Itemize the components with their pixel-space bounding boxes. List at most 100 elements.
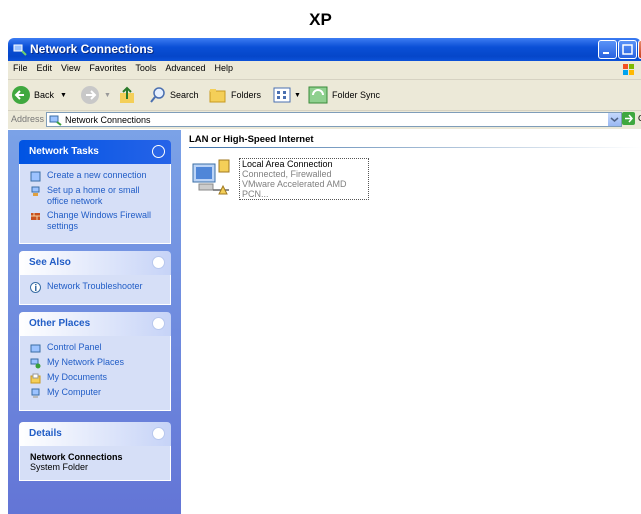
maximize-button[interactable] bbox=[618, 40, 637, 59]
menu-file[interactable]: File bbox=[8, 61, 32, 73]
folders-button[interactable]: Folders bbox=[208, 84, 261, 106]
create-connection-label: Create a new connection bbox=[47, 170, 147, 180]
folder-sync-icon bbox=[308, 86, 328, 104]
see-also-panel: See Also Network Troubleshooter bbox=[19, 251, 171, 305]
back-arrow-icon bbox=[12, 86, 30, 104]
network-troubleshooter-link[interactable]: Network Troubleshooter bbox=[30, 281, 162, 293]
details-header[interactable]: Details bbox=[19, 422, 171, 446]
my-documents-link[interactable]: My Documents bbox=[30, 372, 162, 384]
home-network-label: Set up a home or small office network bbox=[47, 185, 140, 206]
details-name: Network Connections bbox=[30, 452, 123, 462]
content-pane: LAN or High-Speed Internet Local Area Co… bbox=[181, 130, 641, 514]
collapse-chevron-icon[interactable] bbox=[152, 145, 165, 158]
address-input[interactable]: Network Connections bbox=[46, 112, 622, 127]
chevron-down-icon bbox=[610, 117, 619, 122]
connection-name: Local Area Connection bbox=[242, 159, 333, 169]
menu-help[interactable]: Help bbox=[209, 61, 237, 73]
network-troubleshooter-label: Network Troubleshooter bbox=[47, 281, 143, 291]
address-dropdown-button[interactable] bbox=[608, 113, 621, 126]
network-connections-icon bbox=[49, 115, 62, 126]
folder-sync-label: Folder Sync bbox=[332, 90, 381, 100]
back-button[interactable]: Back ▼ bbox=[11, 84, 67, 106]
info-icon bbox=[30, 282, 41, 293]
connection-status: Connected, Firewalled bbox=[242, 169, 332, 179]
my-network-places-label: My Network Places bbox=[47, 357, 125, 367]
maximize-icon bbox=[622, 44, 633, 55]
forward-dropdown-icon[interactable]: ▼ bbox=[104, 92, 111, 99]
network-tasks-title: Network Tasks bbox=[29, 146, 99, 157]
home-network-icon bbox=[31, 186, 40, 196]
connection-device: VMware Accelerated AMD PCN... bbox=[242, 179, 347, 199]
folders-icon bbox=[209, 89, 226, 103]
up-folder-icon bbox=[120, 86, 134, 103]
documents-folder-icon bbox=[30, 373, 41, 384]
control-panel-link[interactable]: Control Panel bbox=[30, 342, 162, 354]
control-panel-icon bbox=[30, 344, 41, 353]
views-icon bbox=[273, 87, 291, 103]
explorer-window: Network Connections File Edit View Favorite… bbox=[8, 38, 641, 514]
home-network-link[interactable]: Set up a home or small office network bbox=[30, 185, 162, 207]
firewall-settings-link[interactable]: Change Windows Firewall settings bbox=[30, 210, 162, 232]
menu-edit[interactable]: Edit bbox=[32, 61, 57, 73]
other-places-panel: Other Places Control Panel My Network Pl… bbox=[19, 312, 171, 411]
go-arrow-icon bbox=[622, 112, 635, 125]
my-network-places-link[interactable]: My Network Places bbox=[30, 357, 162, 369]
firewall-icon bbox=[31, 213, 40, 220]
group-title: LAN or High-Speed Internet bbox=[189, 134, 314, 145]
network-tasks-header[interactable]: Network Tasks bbox=[19, 140, 171, 164]
network-connections-icon bbox=[13, 44, 27, 56]
menu-advanced[interactable]: Advanced bbox=[160, 61, 209, 73]
see-also-title: See Also bbox=[29, 257, 71, 268]
address-value: Network Connections bbox=[65, 115, 151, 125]
page-caption: XP bbox=[309, 10, 332, 29]
group-header: LAN or High-Speed Internet bbox=[189, 134, 641, 148]
forward-arrow-icon bbox=[81, 86, 99, 104]
details-type: System Folder bbox=[30, 462, 89, 472]
my-documents-label: My Documents bbox=[47, 372, 108, 382]
task-pane: Network Tasks Create a new connection Se… bbox=[8, 130, 181, 514]
views-button[interactable]: ▼ bbox=[273, 84, 301, 106]
window-title: Network Connections bbox=[30, 42, 154, 56]
my-computer-label: My Computer bbox=[47, 387, 102, 397]
go-button[interactable]: Go bbox=[622, 112, 641, 125]
network-tasks-panel: Network Tasks Create a new connection Se… bbox=[19, 140, 171, 244]
collapse-chevron-icon[interactable] bbox=[152, 427, 165, 440]
folders-label: Folders bbox=[231, 90, 262, 100]
back-dropdown-icon[interactable]: ▼ bbox=[60, 92, 67, 99]
minimize-icon bbox=[603, 52, 609, 54]
local-area-connection-item[interactable]: Local Area Connection Connected, Firewal… bbox=[189, 156, 369, 202]
standard-toolbar: Back ▼ ▼ Search Folders ▼ Folder Sync bbox=[8, 80, 641, 111]
lan-connection-icon bbox=[192, 159, 230, 195]
address-bar: Address Network Connections Go bbox=[8, 111, 641, 129]
back-label: Back bbox=[34, 90, 55, 100]
views-dropdown-icon[interactable]: ▼ bbox=[294, 92, 301, 99]
group-divider bbox=[189, 147, 641, 148]
details-body: Network Connections System Folder bbox=[19, 446, 171, 481]
search-button[interactable]: Search bbox=[149, 84, 199, 106]
address-label: Address bbox=[11, 114, 45, 124]
menu-tools[interactable]: Tools bbox=[130, 61, 160, 73]
folder-sync-button[interactable]: Folder Sync bbox=[308, 84, 380, 106]
search-icon bbox=[150, 87, 165, 103]
computer-icon bbox=[31, 388, 40, 398]
my-computer-link[interactable]: My Computer bbox=[30, 387, 162, 399]
details-title: Details bbox=[29, 428, 62, 439]
collapse-chevron-icon[interactable] bbox=[152, 256, 165, 269]
menu-view[interactable]: View bbox=[56, 61, 84, 73]
control-panel-label: Control Panel bbox=[47, 342, 102, 352]
menu-favorites[interactable]: Favorites bbox=[84, 61, 130, 73]
see-also-header[interactable]: See Also bbox=[19, 251, 171, 275]
minimize-button[interactable] bbox=[598, 40, 617, 59]
other-places-header[interactable]: Other Places bbox=[19, 312, 171, 336]
collapse-chevron-icon[interactable] bbox=[152, 317, 165, 330]
windows-logo-icon bbox=[623, 64, 634, 75]
details-panel: Details Network Connections System Folde… bbox=[19, 422, 171, 481]
network-tasks-body: Create a new connection Set up a home or… bbox=[19, 164, 171, 244]
forward-button[interactable]: ▼ bbox=[80, 84, 111, 106]
firewall-settings-label: Change Windows Firewall settings bbox=[47, 210, 152, 231]
create-connection-link[interactable]: Create a new connection bbox=[30, 170, 162, 182]
connection-details: Local Area Connection Connected, Firewal… bbox=[239, 158, 369, 200]
title-bar[interactable]: Network Connections bbox=[8, 38, 641, 61]
menu-bar: File Edit View Favorites Tools Advanced Help bbox=[8, 61, 641, 80]
up-folder-button[interactable] bbox=[118, 84, 138, 106]
